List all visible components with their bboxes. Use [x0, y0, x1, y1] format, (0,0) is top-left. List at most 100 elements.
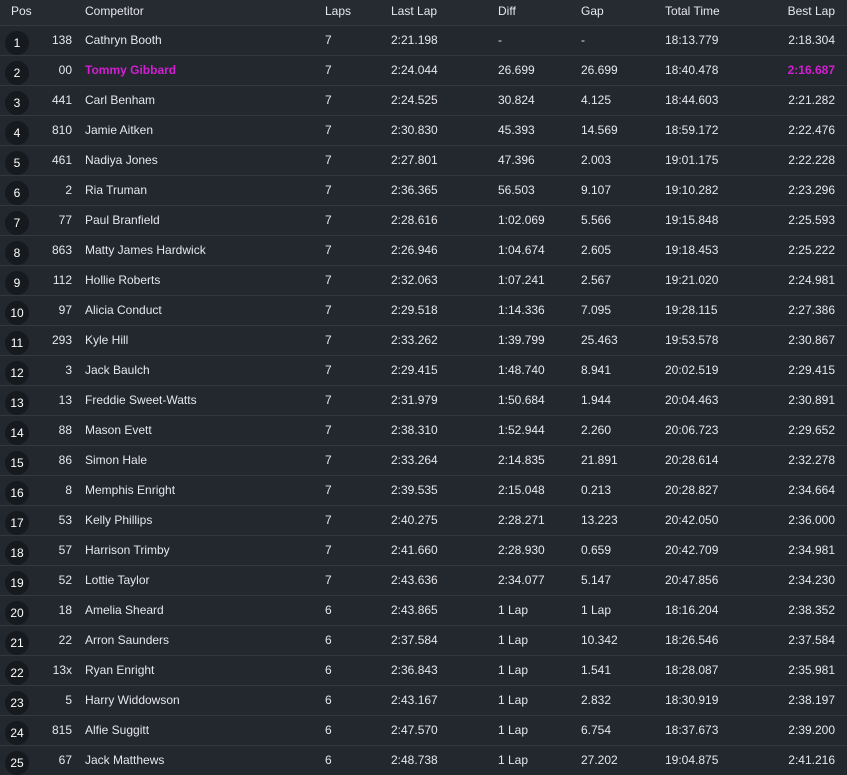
last-lap-time: 2:21.198	[391, 33, 438, 47]
table-row[interactable]: 20 18 Amelia Sheard 6 2:43.865 1 Lap 1 Lap 18:1…	[0, 595, 847, 625]
table-row[interactable]: 4 810 Jamie Aitken 7 2:30.830 45.393 14.569 18:…	[0, 115, 847, 145]
last-lap-time: 2:38.310	[391, 423, 438, 437]
diff-value: 1:04.674	[498, 243, 545, 257]
laps-count: 7	[325, 333, 332, 347]
total-time: 20:28.614	[665, 453, 719, 467]
competitor-name: Matty James Hardwick	[85, 243, 206, 257]
table-row[interactable]: 14 88 Mason Evett 7 2:38.310 1:52.944 2.260 20:…	[0, 415, 847, 445]
table-row[interactable]: 7 77 Paul Branfield 7 2:28.616 1:02.069 5.566 1…	[0, 205, 847, 235]
diff-value: 1:07.241	[498, 273, 545, 287]
table-row[interactable]: 2 00 Tommy Gibbard 7 2:24.044 26.699 26.699 18:…	[0, 55, 847, 85]
table-row[interactable]: 25 67 Jack Matthews 6 2:48.738 1 Lap 27.202 19:…	[0, 745, 847, 775]
table-row[interactable]: 23 5 Harry Widdowson 6 2:43.167 1 Lap 2.832 18:…	[0, 685, 847, 715]
diff-value: 56.503	[498, 183, 535, 197]
total-time: 20:28.827	[665, 483, 719, 497]
table-body: 1 138 Cathryn Booth 7 2:21.198- -18:13.779 2:1…	[0, 25, 847, 775]
last-lap-time: 2:47.570	[391, 723, 438, 737]
diff-value: 1:02.069	[498, 213, 545, 227]
position-badge: 25	[5, 751, 29, 775]
table-row[interactable]: 10 97 Alicia Conduct 7 2:29.518 1:14.336 7.095…	[0, 295, 847, 325]
total-time: 19:15.848	[665, 213, 719, 227]
diff-value: 2:28.271	[498, 513, 545, 527]
table-row[interactable]: 19 52 Lottie Taylor 7 2:43.636 2:34.077 5.147 2…	[0, 565, 847, 595]
table-row[interactable]: 16 8 Memphis Enright 7 2:39.535 2:15.048 0.213…	[0, 475, 847, 505]
position-badge: 24	[5, 721, 29, 745]
best-lap-time: 2:16.687	[787, 63, 835, 77]
last-lap-time: 2:36.365	[391, 183, 438, 197]
gap-value: 13.223	[581, 513, 618, 527]
table-row[interactable]: 21 22 Arron Saunders 6 2:37.584 1 Lap 10.342 18…	[0, 625, 847, 655]
best-lap-time: 2:18.304	[788, 33, 835, 47]
header-competitor[interactable]: Competitor	[85, 0, 144, 22]
laps-count: 7	[325, 363, 332, 377]
race-number: 3	[65, 363, 72, 377]
last-lap-time: 2:37.584	[391, 633, 438, 647]
table-row[interactable]: 11 293 Kyle Hill 7 2:33.262 1:39.799 25.463 19:…	[0, 325, 847, 355]
race-number: 13x	[52, 663, 72, 677]
header-gap[interactable]: Gap	[581, 0, 604, 22]
diff-value: 1 Lap	[498, 633, 529, 647]
table-row[interactable]: 8 863 Matty James Hardwick 7 2:26.946 1:04.67…	[0, 235, 847, 265]
diff-value: 45.393	[498, 123, 535, 137]
competitor-name: Tommy Gibbard	[85, 63, 177, 77]
laps-count: 7	[325, 93, 332, 107]
laps-count: 7	[325, 153, 332, 167]
results-table: Pos Competitor Laps Last Lap Diff Gap To…	[0, 0, 847, 775]
best-lap-time: 2:23.296	[788, 183, 835, 197]
header-pos[interactable]: Pos	[11, 0, 32, 22]
position-badge: 10	[5, 301, 29, 325]
table-row[interactable]: 9 112 Hollie Roberts 7 2:32.063 1:07.241 2.567…	[0, 265, 847, 295]
last-lap-time: 2:48.738	[391, 753, 438, 767]
race-number: 86	[58, 453, 72, 467]
table-row[interactable]: 12 3 Jack Baulch 7 2:29.415 1:48.740 8.941 20:0…	[0, 355, 847, 385]
table-row[interactable]: 3 441 Carl Benham 7 2:24.525 30.824 4.125 18:44…	[0, 85, 847, 115]
header-diff[interactable]: Diff	[498, 0, 516, 22]
position-badge: 1	[5, 31, 29, 55]
header-last-lap[interactable]: Last Lap	[391, 0, 437, 22]
competitor-name: Carl Benham	[85, 93, 156, 107]
race-number: 8	[65, 483, 72, 497]
diff-value: 1:50.684	[498, 393, 545, 407]
race-number: 57	[58, 543, 72, 557]
table-row[interactable]: 13 13 Freddie Sweet-Watts 7 2:31.979 1:50.684…	[0, 385, 847, 415]
position-badge: 6	[5, 181, 29, 205]
table-row[interactable]: 6 2 Ria Truman 7 2:36.365 56.503 9.107 19:10.28…	[0, 175, 847, 205]
table-row[interactable]: 18 57 Harrison Trimby 7 2:41.660 2:28.930 0.65…	[0, 535, 847, 565]
diff-value: 1:39.799	[498, 333, 545, 347]
table-row[interactable]: 22 13x Ryan Enright 6 2:36.843 1 Lap 1.541 18:2…	[0, 655, 847, 685]
competitor-name: Jack Baulch	[85, 363, 150, 377]
best-lap-time: 2:27.386	[788, 303, 835, 317]
header-total-time[interactable]: Total Time	[665, 0, 720, 22]
gap-value: 0.659	[581, 543, 612, 557]
gap-value: 0.213	[581, 483, 612, 497]
race-number: 112	[52, 273, 72, 287]
position-badge: 9	[5, 271, 29, 295]
table-row[interactable]: 24 815 Alfie Suggitt 6 2:47.570 1 Lap 6.754 18:…	[0, 715, 847, 745]
competitor-name: Alfie Suggitt	[85, 723, 150, 737]
laps-count: 6	[325, 663, 332, 677]
total-time: 20:42.050	[665, 513, 719, 527]
best-lap-time: 2:34.230	[788, 573, 835, 587]
table-row[interactable]: 5 461 Nadiya Jones 7 2:27.801 47.396 2.003 19:0…	[0, 145, 847, 175]
total-time: 18:30.919	[665, 693, 719, 707]
position-badge: 3	[5, 91, 29, 115]
competitor-name: Amelia Sheard	[85, 603, 164, 617]
laps-count: 7	[325, 273, 332, 287]
gap-value: 10.342	[581, 633, 618, 647]
gap-value: 1.944	[581, 393, 612, 407]
total-time: 18:59.172	[665, 123, 719, 137]
position-badge: 16	[5, 481, 29, 505]
best-lap-time: 2:34.664	[788, 483, 835, 497]
header-laps[interactable]: Laps	[325, 0, 351, 22]
race-number: 5	[65, 693, 72, 707]
table-row[interactable]: 17 53 Kelly Phillips 7 2:40.275 2:28.271 13.22…	[0, 505, 847, 535]
best-lap-time: 2:25.222	[788, 243, 835, 257]
competitor-name: Ria Truman	[85, 183, 148, 197]
header-best-lap[interactable]: Best Lap	[788, 0, 835, 22]
laps-count: 6	[325, 723, 332, 737]
race-number: 13	[58, 393, 72, 407]
table-row[interactable]: 1 138 Cathryn Booth 7 2:21.198 - - 18:13.779 2:1…	[0, 25, 847, 55]
gap-value: 2.605	[581, 243, 612, 257]
gap-value: 25.463	[581, 333, 618, 347]
table-row[interactable]: 15 86 Simon Hale 7 2:33.264 2:14.835 21.891 20:…	[0, 445, 847, 475]
